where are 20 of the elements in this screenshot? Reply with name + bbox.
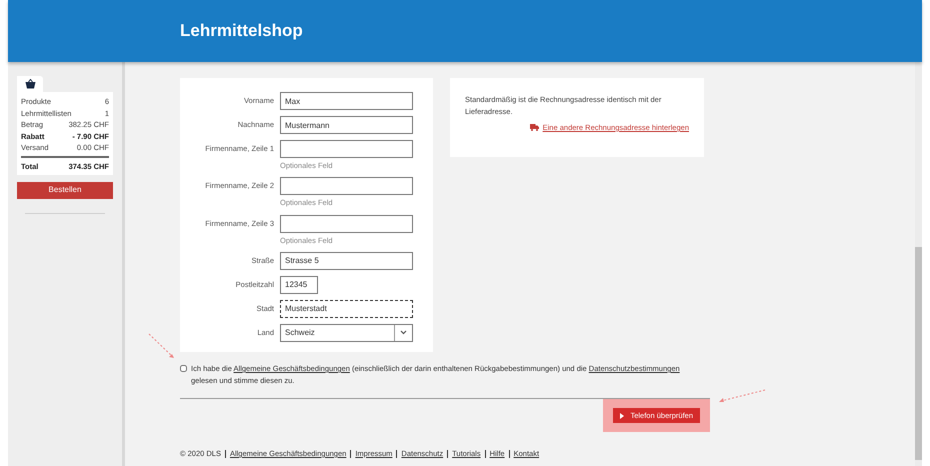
- input-field[interactable]: [280, 140, 413, 158]
- basket-icon: [24, 79, 36, 89]
- input-field[interactable]: [280, 214, 413, 232]
- input-field[interactable]: Musterstadt: [280, 300, 413, 318]
- country-select[interactable]: Schweiz: [280, 324, 413, 342]
- order-button[interactable]: Bestellen: [17, 182, 113, 198]
- input-field[interactable]: Strasse 5: [280, 252, 413, 270]
- annotation-arrow: [717, 388, 767, 404]
- cart-tab[interactable]: [17, 76, 43, 92]
- scrollbar[interactable]: [915, 62, 922, 466]
- shop-title[interactable]: Lehrmittelshop: [180, 18, 303, 44]
- truck-icon: [530, 124, 539, 132]
- chevron-down-icon: [400, 330, 407, 336]
- input-field[interactable]: Max: [280, 92, 413, 110]
- input-field[interactable]: [280, 177, 413, 196]
- input-field[interactable]: Mustermann: [280, 116, 413, 134]
- play-icon: [620, 412, 624, 418]
- terms-checkbox[interactable]: [180, 365, 187, 372]
- annotation-arrow: [147, 332, 177, 360]
- input-field[interactable]: 12345: [280, 276, 318, 294]
